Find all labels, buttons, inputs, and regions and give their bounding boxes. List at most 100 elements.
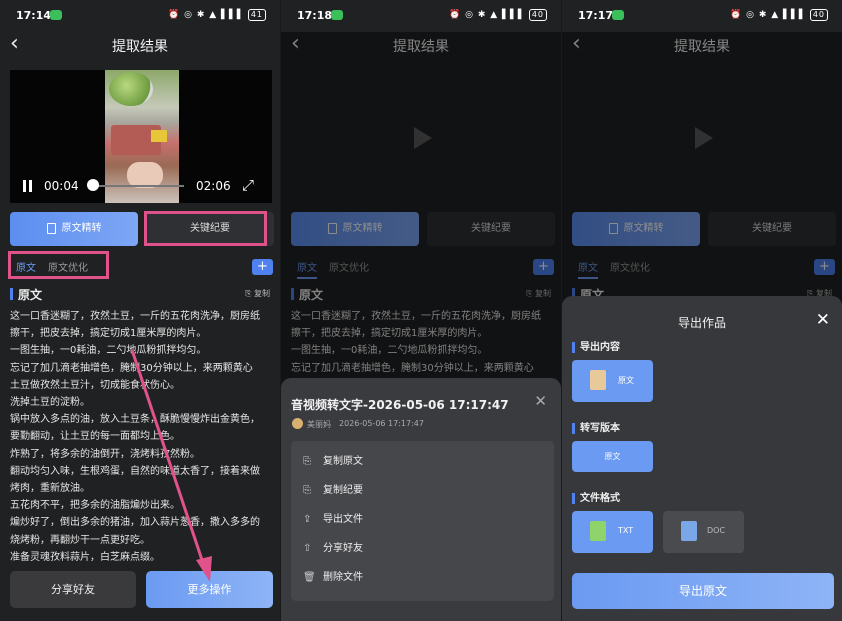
avatar (292, 418, 303, 429)
progress-track[interactable] (90, 185, 184, 187)
transcript-line: 忘记了加几滴老抽增色，腌制30分钟以上，来两颗黄心 (10, 362, 253, 374)
copy-icon: ⎘ (303, 485, 311, 496)
transcript-line: 擦干，把皮去掉，搞定切成1厘米厚的肉片。 (10, 328, 207, 340)
export-title: 导出作品 (677, 316, 726, 330)
thumbnail-bowl (109, 72, 153, 106)
version-label-text: 转写版本 (580, 423, 620, 434)
phone-screen-1: 17:14 ⏰ ◎ ✱ ▲ ▌▌▌ 41 ‹ 提取结果 00:04 02:06 ⤢… (0, 0, 280, 621)
close-icon[interactable]: ✕ (534, 392, 547, 410)
status-time: 17:17 (578, 9, 614, 22)
share-icon: ⇧ (303, 543, 312, 554)
menu-item-label: 复制原文 (323, 456, 363, 467)
battery-icon: 40 (528, 9, 547, 21)
nav-bar: ‹ 提取结果 (0, 32, 280, 58)
share-friends-button[interactable]: 分享好友 (10, 571, 136, 608)
notebook-icon (590, 370, 606, 390)
format-label: 文件格式 (572, 489, 620, 504)
menu-item-label: 复制纪要 (323, 485, 363, 496)
menu-item-copy-summary[interactable]: ⎘ 复制纪要 (291, 476, 554, 505)
screenshot-collage: 17:14 ⏰ ◎ ✱ ▲ ▌▌▌ 41 ‹ 提取结果 00:04 02:06 ⤢… (0, 0, 842, 621)
transcript-line: 一图生抽，一0耗油，二勺地瓜粉抓拌均匀。 (10, 345, 207, 357)
close-icon[interactable]: ✕ (816, 310, 830, 330)
status-bar: 17:14 ⏰ ◎ ✱ ▲ ▌▌▌ 41 (0, 0, 280, 32)
delete-icon: 🗑 (303, 572, 316, 583)
pause-icon[interactable] (22, 180, 34, 192)
fullscreen-icon[interactable]: ⤢ (242, 176, 254, 194)
transcript-line: 翻动均匀入味，生根鸡蛋，自然的味道太香了，接着来做 (10, 465, 260, 477)
status-time: 17:18 (297, 9, 333, 22)
transcript-line: 煸炒好了，倒出多余的猪油，加入蒜片葱香，撒入多多的 (10, 517, 260, 529)
transcript-line: 准备灵魂孜料蒜片，白芝麻点缀。 (10, 551, 160, 563)
transcript-line: 锅中放入多点的油，放入土豆条，酥脆慢慢炸出金黄色， (10, 414, 260, 426)
menu-item-share-friends[interactable]: ⇧ 分享好友 (291, 534, 554, 563)
section-title: 原文 (18, 288, 43, 302)
export-content-text: 导出内容 (580, 342, 620, 353)
tab-original-transfer[interactable]: 原文精转 (10, 212, 138, 246)
copy-button[interactable]: ⎘ 复制 (245, 288, 270, 299)
format-txt-label: TXT (618, 526, 634, 535)
status-bar: 17:17 ⏰ ◎ ✱ ▲ ▌▌▌ 40 (562, 0, 842, 32)
transcript-line: 烤肉，重新放油。 (10, 483, 90, 495)
format-doc-label: DOC (707, 526, 726, 535)
document-icon (46, 222, 56, 234)
status-icons: ⏰ ◎ ✱ ▲ ▌▌▌ 40 (730, 9, 828, 21)
action-sheet: 音视频转文字-2026-05-06 17:17:47 ✕ 美丽妈 2026-05… (281, 378, 561, 621)
content-option-original[interactable]: 原文 (572, 360, 653, 402)
wechat-icon (331, 10, 343, 20)
page-title: 提取结果 (112, 39, 168, 55)
doc-file-icon (681, 521, 697, 541)
content-option-label: 原文 (618, 376, 634, 385)
sheet-date: 2026-05-06 17:17:47 (339, 419, 424, 428)
format-option-doc[interactable]: DOC (663, 511, 744, 553)
format-option-txt[interactable]: TXT (572, 511, 653, 553)
copy-icon: ⎘ (303, 456, 311, 467)
highlight-box-summary (144, 211, 267, 246)
menu-item-label: 导出文件 (323, 514, 363, 525)
transcript-text: 这一口香迷糊了，孜然土豆，一斤的五花肉洗净，厨房纸 擦干，把皮去掉，搞定切成1厘… (10, 308, 274, 566)
txt-file-icon (590, 521, 606, 541)
menu-item-label: 删除文件 (323, 572, 363, 583)
section-accent-bar (10, 288, 13, 300)
highlight-box-subtabs (8, 251, 109, 279)
add-button[interactable]: + (252, 259, 273, 275)
version-option-original[interactable]: 原文 (572, 441, 653, 472)
version-label: 转写版本 (572, 419, 620, 434)
wechat-icon (612, 10, 624, 20)
export-icon: ⇪ (303, 514, 312, 525)
transcript-line: 洗掉土豆的淀粉。 (10, 397, 90, 409)
phone-screen-2: 17:18 ⏰ ◎ ✱ ▲ ▌▌▌ 40 ‹ 提取结果 原文精转 关键纪要 原文原… (281, 0, 561, 621)
transcript-line: 土豆做孜然土豆汁，切成能食状伤心。 (10, 379, 180, 391)
copy-label: 复制 (254, 289, 270, 298)
menu-item-delete-file[interactable]: 🗑 删除文件 (291, 563, 554, 592)
thumbnail-butter (151, 130, 167, 142)
battery-icon: 40 (809, 9, 828, 21)
current-time: 00:04 (44, 179, 79, 193)
transcript-line: 这一口香迷糊了，孜然土豆，一斤的五花肉洗净，厨房纸 (10, 311, 260, 322)
transcript-line: 炸熟了，将多余的油倒开，浇烤料孜然粉。 (10, 448, 200, 460)
action-menu: ⎘ 复制原文 ⎘ 复制纪要 ⇪ 导出文件 ⇧ 分享好友 🗑 删除文件 (291, 441, 554, 601)
menu-item-copy-original[interactable]: ⎘ 复制原文 (291, 447, 554, 476)
menu-item-export-file[interactable]: ⇪ 导出文件 (291, 505, 554, 534)
progress-knob[interactable] (86, 179, 99, 191)
export-sheet: 导出作品 ✕ 导出内容 原文 转写版本 原文 文件格式 TXT DOC 导出原文 (562, 296, 842, 621)
transcript-line: 要勤翻动，让土豆的每一面都均上色。 (10, 431, 180, 443)
duration: 02:06 (196, 179, 231, 193)
more-actions-button[interactable]: 更多操作 (146, 571, 273, 608)
format-label-text: 文件格式 (580, 493, 620, 504)
export-original-button[interactable]: 导出原文 (572, 573, 834, 609)
tab-original-transfer-label: 原文精转 (61, 223, 102, 234)
phone-screen-3: 17:17 ⏰ ◎ ✱ ▲ ▌▌▌ 40 ‹ 提取结果 原文精转 关键纪要 原文原… (562, 0, 842, 621)
status-time: 17:14 (16, 9, 52, 22)
menu-item-label: 分享好友 (323, 543, 363, 554)
section-header: 原文 ⎘ 复制 (10, 286, 272, 302)
export-content-label: 导出内容 (572, 338, 620, 353)
transcript-line: 五花肉不平，把多余的油脂煸炒出来。 (10, 500, 180, 512)
sheet-user: 美丽妈 (307, 420, 331, 429)
sheet-title: 音视频转文字-2026-05-06 17:17:47 (291, 398, 509, 412)
version-option-label: 原文 (604, 452, 621, 461)
battery-icon: 41 (247, 9, 266, 21)
transcript-line: 烧烤粉，再翻炒干一点更好吃。 (10, 534, 150, 546)
status-icons: ⏰ ◎ ✱ ▲ ▌▌▌ 41 (168, 9, 266, 21)
wechat-icon (50, 10, 62, 20)
status-icons: ⏰ ◎ ✱ ▲ ▌▌▌ 40 (449, 9, 547, 21)
